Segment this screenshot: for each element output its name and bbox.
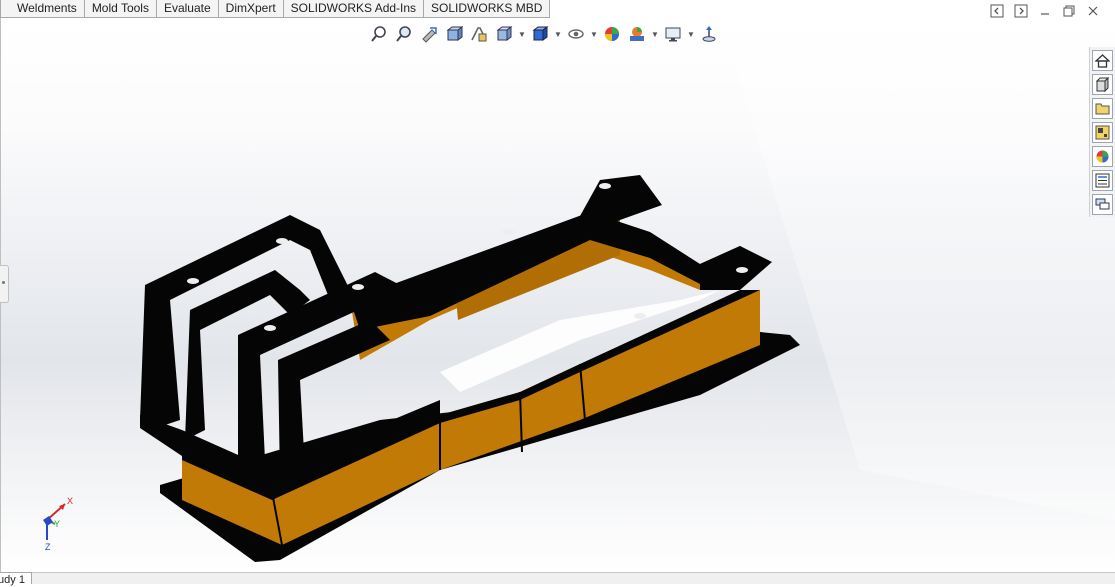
minimize-icon[interactable]	[1037, 3, 1053, 19]
triad-z-label: Z	[45, 542, 51, 552]
apply-scene-icon[interactable]	[626, 23, 648, 45]
close-icon[interactable]	[1085, 3, 1101, 19]
bottom-tab-bar: tudy 1	[0, 572, 1115, 586]
weld-fixture-model[interactable]	[140, 175, 800, 562]
view-palette-icon[interactable]	[1092, 122, 1113, 143]
hide-show-items-icon[interactable]	[565, 23, 587, 45]
heads-up-view-toolbar: ▼ ▼ ▼ ▼ ▼	[368, 23, 720, 45]
edit-appearance-icon[interactable]	[601, 23, 623, 45]
command-manager-tabs: Weldments Mold Tools Evaluate DimXpert S…	[0, 0, 551, 18]
panel-collapse-handle[interactable]	[0, 265, 9, 303]
display-style-dropdown-icon[interactable]: ▼	[554, 23, 562, 45]
file-explorer-icon[interactable]	[1092, 98, 1113, 119]
display-style-icon[interactable]	[529, 23, 551, 45]
restore-icon[interactable]	[1061, 3, 1077, 19]
task-pane	[1089, 47, 1115, 217]
document-window-controls	[989, 3, 1101, 19]
dynamic-annotation-icon[interactable]	[468, 23, 490, 45]
zoom-to-area-icon[interactable]	[393, 23, 415, 45]
tab-mold-tools[interactable]: Mold Tools	[83, 0, 157, 18]
previous-view-icon[interactable]	[418, 23, 440, 45]
design-library-icon[interactable]	[1092, 74, 1113, 95]
tab-solidworks-addins[interactable]: SOLIDWORKS Add-Ins	[282, 0, 425, 18]
appearances-icon[interactable]	[1092, 146, 1113, 167]
custom-properties-icon[interactable]	[1092, 170, 1113, 191]
tile-left-icon[interactable]	[989, 3, 1005, 19]
tab-dimxpert[interactable]: DimXpert	[217, 0, 284, 18]
study-tab[interactable]: tudy 1	[0, 572, 32, 586]
view-settings-icon[interactable]	[662, 23, 684, 45]
3d-model[interactable]	[0, 18, 1115, 572]
section-view-icon[interactable]	[443, 23, 465, 45]
coordinate-triad: X Y Z	[43, 496, 73, 552]
forum-icon[interactable]	[1092, 194, 1113, 215]
tab-evaluate[interactable]: Evaluate	[155, 0, 219, 18]
view-settings-dropdown-icon[interactable]: ▼	[687, 23, 695, 45]
tab-weldments[interactable]: Weldments	[0, 0, 85, 18]
hide-show-dropdown-icon[interactable]: ▼	[590, 23, 598, 45]
rotate-icon[interactable]	[698, 23, 720, 45]
apply-scene-dropdown-icon[interactable]: ▼	[651, 23, 659, 45]
tab-solidworks-mbd[interactable]: SOLIDWORKS MBD	[423, 0, 551, 18]
zoom-to-fit-icon[interactable]	[368, 23, 390, 45]
home-icon[interactable]	[1092, 50, 1113, 71]
graphics-viewport[interactable]	[0, 18, 1115, 572]
triad-x-label: X	[67, 496, 73, 506]
triad-y-label: Y	[54, 519, 60, 529]
view-orientation-dropdown-icon[interactable]: ▼	[518, 23, 526, 45]
tile-right-icon[interactable]	[1013, 3, 1029, 19]
view-orientation-icon[interactable]	[493, 23, 515, 45]
